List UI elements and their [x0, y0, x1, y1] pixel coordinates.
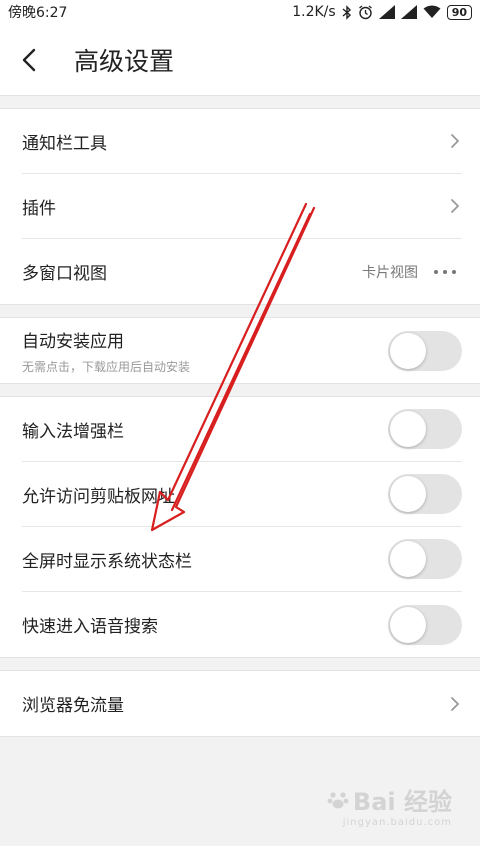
- setting-clipboard-url-access: 允许访问剪贴板网址: [22, 462, 462, 527]
- chevron-right-icon: [448, 695, 462, 713]
- voice-search-toggle[interactable]: [388, 604, 462, 645]
- toggle-knob: [390, 332, 426, 369]
- setting-label: 快速进入语音搜索: [22, 617, 158, 637]
- setting-fullscreen-status-bar: 全屏时显示系统状态栏: [22, 527, 462, 592]
- auto-install-toggle[interactable]: [388, 330, 462, 371]
- status-bar: 傍晚6:27 1.2K/s 90: [0, 0, 480, 24]
- paw-logo-icon: [327, 791, 349, 808]
- signal-icon-2: [400, 5, 417, 19]
- setting-quick-voice-search: 快速进入语音搜索: [22, 592, 462, 657]
- toggle-knob: [390, 541, 426, 577]
- setting-label: 通知栏工具: [22, 133, 107, 154]
- setting-label: 允许访问剪贴板网址: [22, 486, 175, 507]
- watermark: Bai 经验 jingyan.baidu.com: [327, 782, 452, 828]
- chevron-right-icon: [448, 197, 462, 215]
- setting-text: 自动安装应用 无需点击，下载应用后自动安装: [22, 327, 190, 375]
- settings-group-toggles: 输入法增强栏 允许访问剪贴板网址 全屏时显示系统状态栏 快速进入语音搜索: [0, 396, 480, 658]
- alarm-icon: [358, 4, 373, 20]
- clipboard-access-toggle[interactable]: [388, 474, 462, 514]
- toggle-knob: [390, 476, 426, 512]
- watermark-text: Bai 经验: [352, 788, 452, 816]
- watermark-url: jingyan.baidu.com: [342, 817, 452, 828]
- setting-plugins[interactable]: 插件: [22, 174, 462, 239]
- setting-value-group: 卡片视图: [362, 262, 462, 282]
- app-header: 高级设置: [0, 24, 480, 96]
- setting-sublabel: 无需点击，下载应用后自动安装: [22, 359, 191, 374]
- status-time: 傍晚6:27: [8, 5, 68, 21]
- status-icons: 1.2K/s 90: [292, 4, 472, 20]
- more-horizontal-icon[interactable]: [434, 269, 456, 274]
- setting-browser-data-free[interactable]: 浏览器免流量: [22, 671, 462, 736]
- setting-notification-toolbar[interactable]: 通知栏工具: [22, 109, 462, 174]
- settings-group-auto-install: 自动安装应用 无需点击，下载应用后自动安装: [0, 317, 480, 384]
- chevron-right-icon: [448, 132, 462, 150]
- chevron-left-icon: [22, 48, 36, 71]
- ime-enhance-toggle[interactable]: [388, 409, 462, 449]
- setting-value: 卡片视图: [362, 264, 418, 281]
- setting-auto-install-apps: 自动安装应用 无需点击，下载应用后自动安装: [22, 318, 462, 383]
- back-button[interactable]: [22, 45, 52, 75]
- wifi-icon: [423, 5, 441, 19]
- setting-label: 插件: [22, 198, 56, 219]
- toggle-knob: [390, 411, 426, 447]
- battery-icon: 90: [446, 4, 472, 20]
- page-title: 高级设置: [74, 46, 175, 76]
- setting-label: 多窗口视图: [22, 264, 107, 284]
- setting-label: 自动安装应用: [22, 331, 124, 352]
- setting-multi-window-view[interactable]: 多窗口视图 卡片视图: [22, 239, 462, 304]
- bluetooth-icon: [342, 4, 352, 20]
- watermark-brand: Bai 经验: [327, 782, 452, 817]
- network-speed: 1.2K/s: [292, 4, 336, 20]
- setting-label: 浏览器免流量: [22, 696, 124, 716]
- toggle-knob: [390, 606, 426, 643]
- signal-icon: [378, 5, 395, 19]
- settings-group-data-free: 浏览器免流量: [0, 670, 480, 737]
- fullscreen-status-bar-toggle[interactable]: [388, 539, 462, 579]
- setting-ime-enhance-bar: 输入法增强栏: [22, 397, 462, 462]
- setting-label: 输入法增强栏: [22, 421, 124, 442]
- settings-group-general: 通知栏工具 插件 多窗口视图 卡片视图: [0, 108, 480, 305]
- setting-label: 全屏时显示系统状态栏: [22, 551, 192, 572]
